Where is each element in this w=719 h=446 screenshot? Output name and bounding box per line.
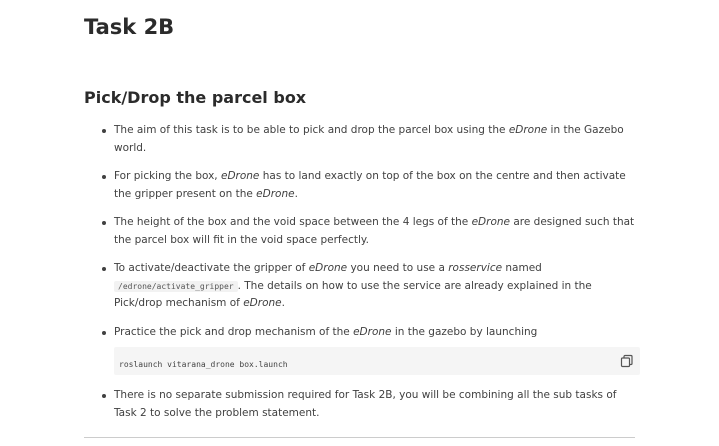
text: The aim of this task is to be able to pi… (114, 124, 509, 136)
emphasis-rosservice: rosservice (448, 262, 503, 274)
text: you need to use a (347, 262, 449, 274)
code-block: roslaunch vitarana_drone box.launch (114, 347, 640, 375)
text: named (502, 262, 542, 274)
bullet-dot (102, 267, 106, 271)
list-item-gripper: To activate/deactivate the gripper of eD… (100, 260, 640, 313)
emphasis-edrone: eDrone (220, 170, 260, 182)
text: There is no separate submission required… (114, 389, 617, 419)
bullet-dot (102, 221, 106, 225)
text: For picking the box, (114, 170, 221, 182)
text: . (281, 297, 285, 309)
bullet-dot (102, 175, 106, 179)
text: in the gazebo by launching (391, 325, 538, 338)
text: To activate/deactivate the gripper of (114, 262, 309, 274)
emphasis-edrone: eDrone (508, 124, 548, 136)
text: Practice the pick and drop mechanism of … (114, 325, 354, 338)
list-item-picking: For picking the box, eDrone has to land … (100, 168, 640, 203)
list-item-submission: There is no separate submission required… (100, 387, 640, 422)
bullet-dot (102, 129, 106, 133)
list-item-height: The height of the box and the void space… (100, 214, 640, 249)
list-item-practice: Practice the pick and drop mechanism of … (100, 324, 640, 375)
emphasis-edrone: eDrone (308, 262, 348, 274)
bullet-dot (102, 394, 106, 398)
divider (84, 437, 635, 438)
emphasis-edrone: eDrone (243, 297, 282, 309)
emphasis-edrone: eDrone (256, 187, 295, 200)
text: . (294, 187, 298, 200)
copy-icon[interactable] (620, 354, 634, 368)
emphasis-edrone: eDrone (471, 216, 510, 228)
emphasis-edrone: eDrone (353, 325, 392, 338)
task-bullet-list: The aim of this task is to be able to pi… (100, 122, 640, 433)
page-title: Task 2B (84, 15, 175, 39)
code-command: roslaunch vitarana_drone box.launch (119, 360, 288, 369)
text: The height of the box and the void space… (114, 216, 472, 228)
bullet-dot (102, 330, 106, 335)
section-title: Pick/Drop the parcel box (84, 88, 307, 107)
copy-icon-graphic (620, 354, 633, 368)
list-item-aim: The aim of this task is to be able to pi… (100, 122, 640, 157)
inline-code-gripper-service: /edrone/activate_gripper (114, 280, 238, 292)
